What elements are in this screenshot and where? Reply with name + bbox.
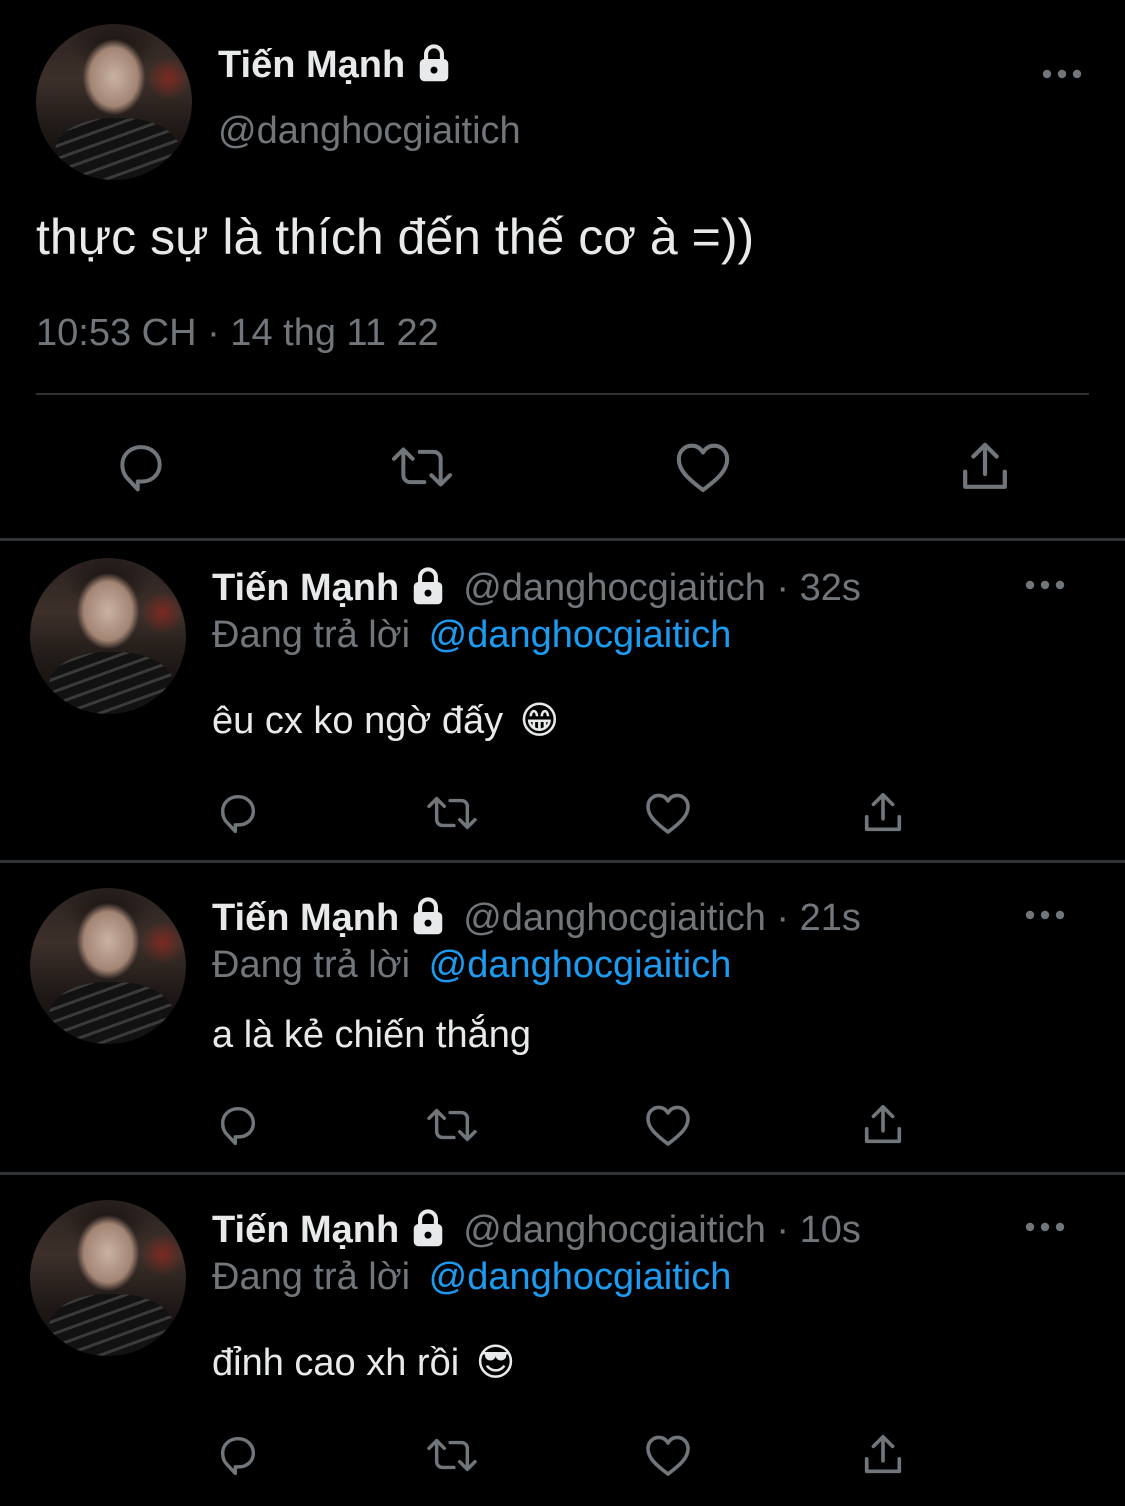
reply-icon xyxy=(120,445,162,492)
more-icon[interactable] xyxy=(1025,580,1065,590)
lock-icon xyxy=(409,565,447,612)
replying-to: Đang trả lời @danghocgiaitich xyxy=(212,944,731,987)
share-button[interactable] xyxy=(858,1430,908,1480)
retweet-button[interactable] xyxy=(422,1430,482,1480)
share-icon xyxy=(864,792,902,832)
reply-header: Tiến Mạnh @danghocgiaitich · 10s xyxy=(212,1206,861,1254)
replying-to: Đang trả lời @danghocgiaitich xyxy=(212,1256,731,1299)
handle-time[interactable]: @danghocgiaitich · 21s xyxy=(463,897,861,940)
reply-icon xyxy=(220,1106,256,1146)
display-name[interactable]: Tiến Mạnh xyxy=(212,1209,399,1252)
share-button[interactable] xyxy=(858,788,908,838)
retweet-icon xyxy=(427,1108,477,1142)
reply-text: a là kẻ chiến thắng xyxy=(212,1014,532,1056)
share-icon xyxy=(864,1434,902,1474)
replying-to-link[interactable]: @danghocgiaitich xyxy=(429,944,732,986)
handle-time[interactable]: @danghocgiaitich · 10s xyxy=(463,1209,861,1252)
replying-to-link[interactable]: @danghocgiaitich xyxy=(429,614,732,656)
divider xyxy=(0,538,1125,541)
avatar[interactable] xyxy=(30,558,186,714)
divider xyxy=(0,860,1125,863)
more-icon[interactable] xyxy=(1042,69,1082,79)
retweet-button[interactable] xyxy=(386,436,458,498)
avatar[interactable] xyxy=(30,1200,186,1356)
display-name[interactable]: Tiến Mạnh xyxy=(218,44,405,87)
replying-to: Đang trả lời @danghocgiaitich xyxy=(212,614,731,657)
retweet-button[interactable] xyxy=(422,1100,482,1150)
share-icon xyxy=(963,442,1007,489)
like-icon xyxy=(646,1435,690,1476)
reply-button[interactable] xyxy=(212,1100,264,1150)
reply-header: Tiến Mạnh @danghocgiaitich · 32s xyxy=(212,564,861,612)
lock-icon xyxy=(409,1207,447,1254)
share-button[interactable] xyxy=(954,436,1016,498)
reply-text-row: đỉnh cao xh rồi 😎 xyxy=(212,1340,515,1385)
retweet-icon xyxy=(392,447,452,487)
more-icon[interactable] xyxy=(1025,1222,1065,1232)
reply-text: êu cx ko ngờ đấy xyxy=(212,700,504,742)
replying-prefix: Đang trả lời xyxy=(212,1256,411,1298)
reply-icon xyxy=(220,794,256,834)
like-button[interactable] xyxy=(642,1100,694,1150)
share-icon xyxy=(864,1104,902,1144)
like-icon xyxy=(646,793,690,834)
reply-button[interactable] xyxy=(212,1430,264,1480)
like-icon xyxy=(646,1105,690,1146)
replying-prefix: Đang trả lời xyxy=(212,944,411,986)
avatar[interactable] xyxy=(36,24,192,180)
lock-icon xyxy=(415,42,453,89)
share-button[interactable] xyxy=(858,1100,908,1150)
retweet-button[interactable] xyxy=(422,788,482,838)
replying-prefix: Đang trả lời xyxy=(212,614,411,656)
sunglasses-emoji: 😎 xyxy=(475,1342,516,1384)
reply-icon xyxy=(220,1436,256,1476)
divider xyxy=(0,1172,1125,1175)
reply-button[interactable] xyxy=(212,788,264,838)
reply-text-row: êu cx ko ngờ đấy 😁 xyxy=(212,698,559,743)
lock-icon xyxy=(409,895,447,942)
like-icon xyxy=(676,443,730,493)
like-button[interactable] xyxy=(642,788,694,838)
handle-time[interactable]: @danghocgiaitich · 32s xyxy=(463,567,861,610)
grin-emoji: 😁 xyxy=(519,700,560,742)
like-button[interactable] xyxy=(642,1430,694,1480)
handle[interactable]: @danghocgiaitich xyxy=(218,110,521,153)
display-name[interactable]: Tiến Mạnh xyxy=(212,897,399,940)
reply-header: Tiến Mạnh @danghocgiaitich · 21s xyxy=(212,894,861,942)
reply-text-row: a là kẻ chiến thắng xyxy=(212,1014,531,1057)
tweet-text: thực sự là thích đến thế cơ à =)) xyxy=(36,209,755,265)
reply-button[interactable] xyxy=(108,436,174,498)
retweet-icon xyxy=(427,1438,477,1472)
reply-text: đỉnh cao xh rồi xyxy=(212,1342,460,1384)
replying-to-link[interactable]: @danghocgiaitich xyxy=(429,1256,732,1298)
timestamp-divider xyxy=(36,393,1089,395)
display-name[interactable]: Tiến Mạnh xyxy=(212,567,399,610)
retweet-icon xyxy=(427,796,477,830)
like-button[interactable] xyxy=(672,436,734,498)
avatar[interactable] xyxy=(30,888,186,1044)
timestamp[interactable]: 10:53 CH · 14 thg 11 22 xyxy=(36,312,439,355)
more-icon[interactable] xyxy=(1025,910,1065,920)
display-name-row: Tiến Mạnh xyxy=(218,40,453,90)
